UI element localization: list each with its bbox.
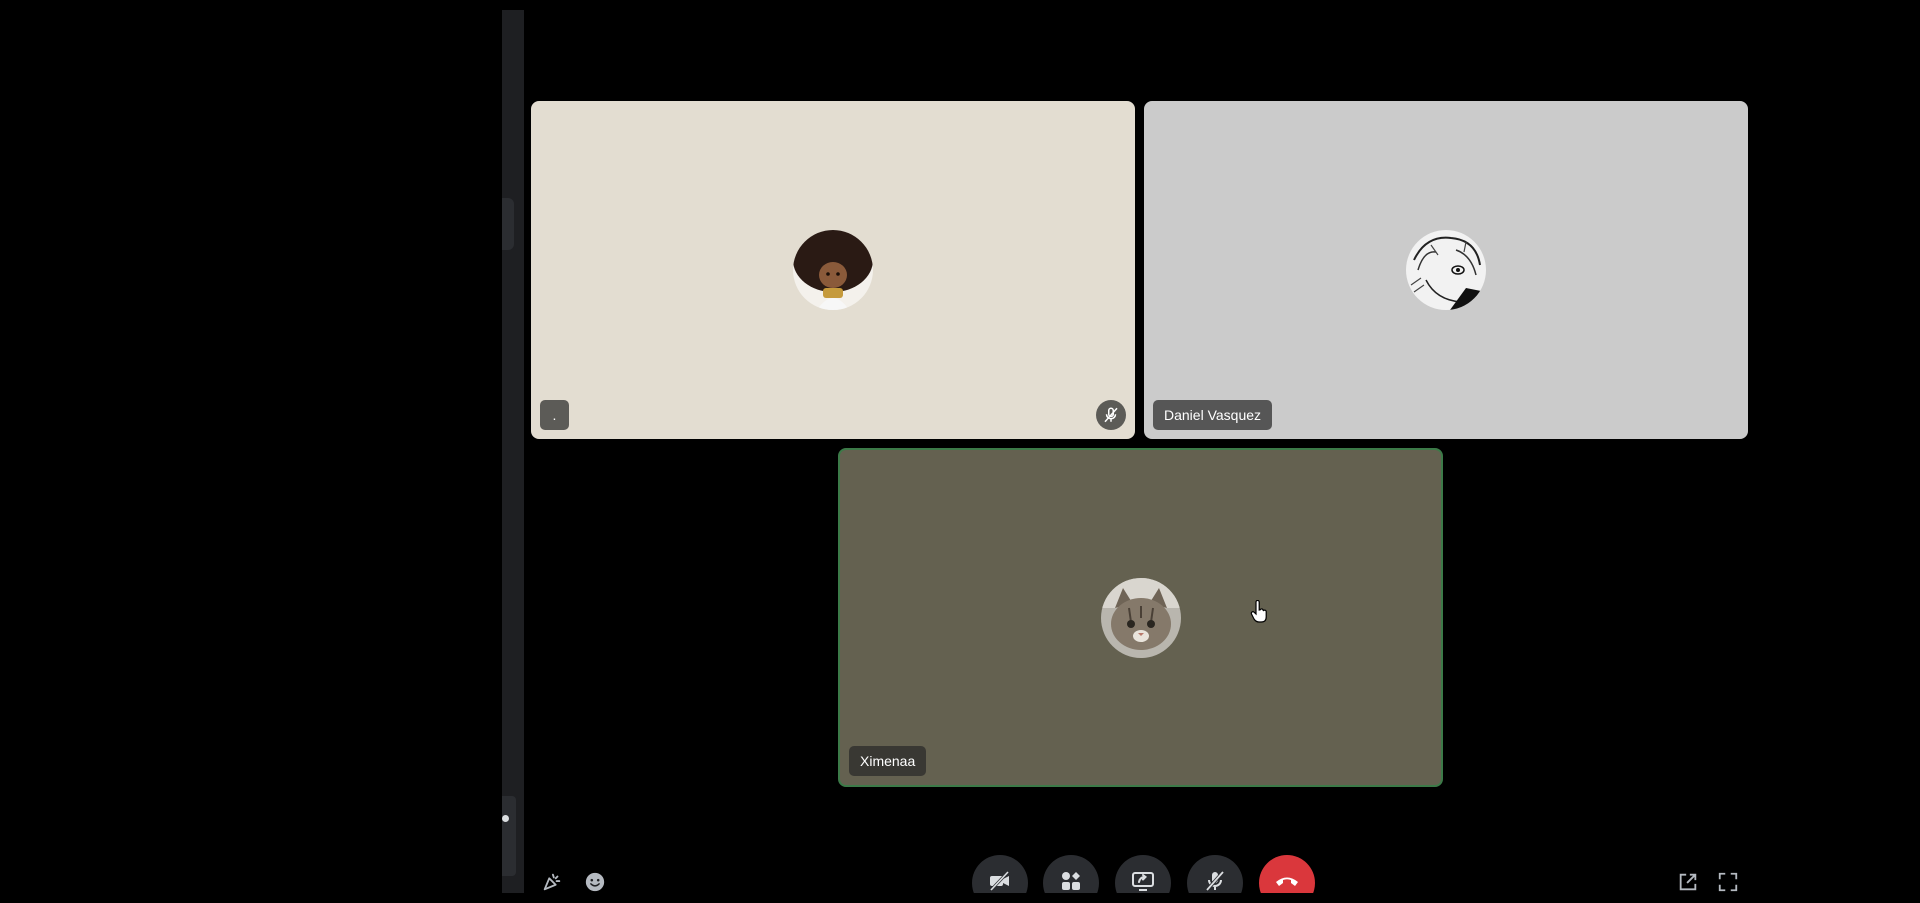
avatar	[793, 230, 873, 310]
microphone-muted-icon	[1205, 870, 1225, 892]
microphone-muted-icon	[1096, 400, 1126, 430]
popout-icon[interactable]	[1676, 870, 1700, 894]
participant-tile[interactable]: Daniel Vasquez	[1144, 101, 1748, 439]
participant-tile[interactable]: .	[531, 101, 1135, 439]
call-window: . Daniel Vasquez Ximenaa	[0, 0, 1920, 903]
participant-name: Daniel Vasquez	[1153, 400, 1273, 430]
sidebar-handle[interactable]	[502, 198, 514, 250]
participant-tile-speaking[interactable]: Ximenaa	[838, 448, 1443, 787]
hand-cursor-icon	[1250, 600, 1267, 623]
end-call-icon	[1276, 877, 1298, 886]
sidebar-user-area[interactable]	[502, 796, 516, 876]
screen-share-icon	[1132, 872, 1154, 891]
window-bottom-edge	[0, 893, 1920, 903]
avatar	[1406, 230, 1486, 310]
camera-off-icon	[989, 870, 1010, 892]
activities-icon[interactable]	[540, 870, 564, 894]
manga-sketch-avatar-icon	[1406, 230, 1486, 310]
fullscreen-icon[interactable]	[1716, 870, 1740, 894]
participant-name: Ximenaa	[849, 746, 927, 776]
doll-avatar-icon	[793, 230, 873, 310]
participant-name: .	[540, 400, 569, 430]
collapsed-sidebar[interactable]	[502, 10, 524, 893]
apps-icon	[1062, 872, 1080, 890]
emoji-reaction-icon[interactable]	[583, 870, 607, 894]
status-dot	[502, 815, 509, 822]
cat-avatar-icon	[1100, 577, 1181, 658]
avatar	[1100, 577, 1181, 658]
